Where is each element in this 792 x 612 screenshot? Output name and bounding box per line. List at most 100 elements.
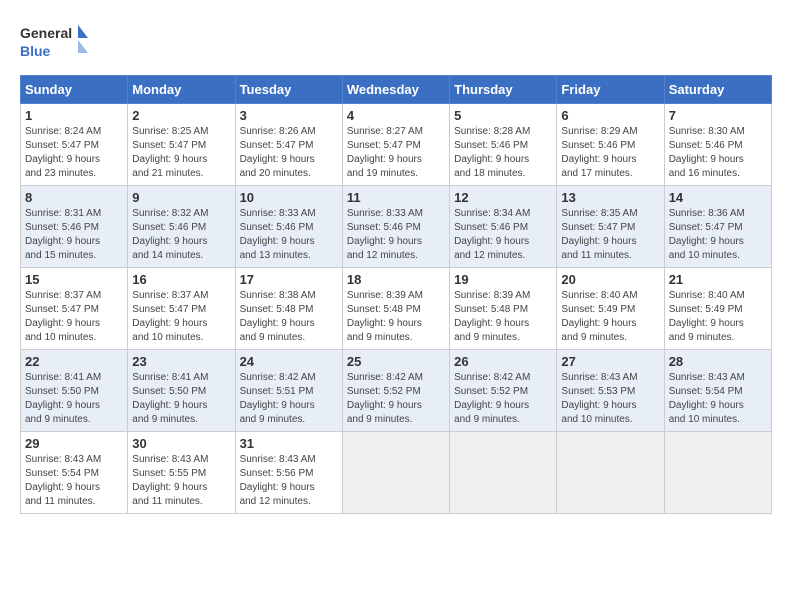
day-info: Sunrise: 8:31 AM Sunset: 5:46 PM Dayligh…	[25, 207, 123, 263]
day-number: 12	[454, 190, 552, 205]
day-number: 2	[132, 108, 230, 123]
calendar-cell: 26 Sunrise: 8:42 AM Sunset: 5:52 PM Dayli…	[450, 350, 557, 432]
day-info: Sunrise: 8:37 AM Sunset: 5:47 PM Dayligh…	[25, 289, 123, 345]
day-info: Sunrise: 8:41 AM Sunset: 5:50 PM Dayligh…	[25, 371, 123, 427]
day-number: 11	[347, 190, 445, 205]
calendar-table: SundayMondayTuesdayWednesdayThursdayFrid…	[20, 75, 772, 514]
calendar-header-row: SundayMondayTuesdayWednesdayThursdayFrid…	[21, 76, 772, 104]
header-wednesday: Wednesday	[342, 76, 449, 104]
day-number: 20	[561, 272, 659, 287]
calendar-cell: 16Sunrise: 8:37 AM Sunset: 5:47 PM Dayli…	[128, 268, 235, 350]
day-info: Sunrise: 8:42 AM Sunset: 5:52 PM Dayligh…	[454, 371, 552, 427]
day-number: 30	[132, 436, 230, 451]
day-info: Sunrise: 8:43 AM Sunset: 5:54 PM Dayligh…	[669, 371, 767, 427]
header-tuesday: Tuesday	[235, 76, 342, 104]
day-number: 13	[561, 190, 659, 205]
svg-text:Blue: Blue	[20, 43, 51, 59]
calendar-cell: 23 Sunrise: 8:41 AM Sunset: 5:50 PM Dayli…	[128, 350, 235, 432]
day-info: Sunrise: 8:41 AM Sunset: 5:50 PM Dayligh…	[132, 371, 230, 427]
day-info: Sunrise: 8:30 AM Sunset: 5:46 PM Dayligh…	[669, 125, 767, 181]
day-info: Sunrise: 8:43 AM Sunset: 5:56 PM Dayligh…	[240, 453, 338, 509]
day-number: 21	[669, 272, 767, 287]
day-number: 28	[669, 354, 767, 369]
day-number: 6	[561, 108, 659, 123]
day-info: Sunrise: 8:33 AM Sunset: 5:46 PM Dayligh…	[240, 207, 338, 263]
calendar-cell: 22 Sunrise: 8:41 AM Sunset: 5:50 PM Dayli…	[21, 350, 128, 432]
calendar-cell: 8 Sunrise: 8:31 AM Sunset: 5:46 PM Daylig…	[21, 186, 128, 268]
day-number: 3	[240, 108, 338, 123]
day-number: 9	[132, 190, 230, 205]
calendar-cell: 29Sunrise: 8:43 AM Sunset: 5:54 PM Dayli…	[21, 432, 128, 514]
day-number: 1	[25, 108, 123, 123]
calendar-cell	[557, 432, 664, 514]
header-thursday: Thursday	[450, 76, 557, 104]
calendar-cell: 25 Sunrise: 8:42 AM Sunset: 5:52 PM Dayli…	[342, 350, 449, 432]
calendar-cell	[450, 432, 557, 514]
calendar-cell: 3 Sunrise: 8:26 AM Sunset: 5:47 PM Daylig…	[235, 104, 342, 186]
calendar-cell: 27Sunrise: 8:43 AM Sunset: 5:53 PM Dayli…	[557, 350, 664, 432]
day-number: 8	[25, 190, 123, 205]
day-number: 18	[347, 272, 445, 287]
calendar-cell: 11 Sunrise: 8:33 AM Sunset: 5:46 PM Dayli…	[342, 186, 449, 268]
calendar-cell: 10 Sunrise: 8:33 AM Sunset: 5:46 PM Dayli…	[235, 186, 342, 268]
calendar-cell: 9Sunrise: 8:32 AM Sunset: 5:46 PM Daylig…	[128, 186, 235, 268]
page-header: General Blue	[20, 20, 772, 65]
day-info: Sunrise: 8:29 AM Sunset: 5:46 PM Dayligh…	[561, 125, 659, 181]
day-info: Sunrise: 8:24 AM Sunset: 5:47 PM Dayligh…	[25, 125, 123, 181]
day-number: 7	[669, 108, 767, 123]
day-number: 16	[132, 272, 230, 287]
calendar-cell: 15 Sunrise: 8:37 AM Sunset: 5:47 PM Dayli…	[21, 268, 128, 350]
calendar-cell: 2Sunrise: 8:25 AM Sunset: 5:47 PM Daylig…	[128, 104, 235, 186]
calendar-cell: 19 Sunrise: 8:39 AM Sunset: 5:48 PM Dayli…	[450, 268, 557, 350]
day-number: 14	[669, 190, 767, 205]
calendar-cell: 4Sunrise: 8:27 AM Sunset: 5:47 PM Daylig…	[342, 104, 449, 186]
header-sunday: Sunday	[21, 76, 128, 104]
day-number: 5	[454, 108, 552, 123]
day-info: Sunrise: 8:36 AM Sunset: 5:47 PM Dayligh…	[669, 207, 767, 263]
day-info: Sunrise: 8:40 AM Sunset: 5:49 PM Dayligh…	[669, 289, 767, 345]
calendar-week-4: 22 Sunrise: 8:41 AM Sunset: 5:50 PM Dayli…	[21, 350, 772, 432]
calendar-body: 1 Sunrise: 8:24 AM Sunset: 5:47 PM Daylig…	[21, 104, 772, 514]
day-info: Sunrise: 8:40 AM Sunset: 5:49 PM Dayligh…	[561, 289, 659, 345]
day-info: Sunrise: 8:42 AM Sunset: 5:51 PM Dayligh…	[240, 371, 338, 427]
day-info: Sunrise: 8:26 AM Sunset: 5:47 PM Dayligh…	[240, 125, 338, 181]
day-info: Sunrise: 8:43 AM Sunset: 5:53 PM Dayligh…	[561, 371, 659, 427]
day-number: 15	[25, 272, 123, 287]
day-info: Sunrise: 8:35 AM Sunset: 5:47 PM Dayligh…	[561, 207, 659, 263]
calendar-week-1: 1 Sunrise: 8:24 AM Sunset: 5:47 PM Daylig…	[21, 104, 772, 186]
calendar-cell: 21 Sunrise: 8:40 AM Sunset: 5:49 PM Dayli…	[664, 268, 771, 350]
calendar-cell: 12 Sunrise: 8:34 AM Sunset: 5:46 PM Dayli…	[450, 186, 557, 268]
svg-text:General: General	[20, 25, 72, 41]
day-number: 29	[25, 436, 123, 451]
day-number: 31	[240, 436, 338, 451]
day-info: Sunrise: 8:39 AM Sunset: 5:48 PM Dayligh…	[454, 289, 552, 345]
day-info: Sunrise: 8:28 AM Sunset: 5:46 PM Dayligh…	[454, 125, 552, 181]
day-number: 19	[454, 272, 552, 287]
header-saturday: Saturday	[664, 76, 771, 104]
calendar-cell: 5 Sunrise: 8:28 AM Sunset: 5:46 PM Daylig…	[450, 104, 557, 186]
logo-svg: General Blue	[20, 20, 90, 65]
calendar-week-2: 8 Sunrise: 8:31 AM Sunset: 5:46 PM Daylig…	[21, 186, 772, 268]
day-number: 23	[132, 354, 230, 369]
day-number: 24	[240, 354, 338, 369]
calendar-cell: 1 Sunrise: 8:24 AM Sunset: 5:47 PM Daylig…	[21, 104, 128, 186]
day-number: 26	[454, 354, 552, 369]
calendar-cell: 30 Sunrise: 8:43 AM Sunset: 5:55 PM Dayli…	[128, 432, 235, 514]
calendar-cell: 6 Sunrise: 8:29 AM Sunset: 5:46 PM Daylig…	[557, 104, 664, 186]
calendar-week-5: 29Sunrise: 8:43 AM Sunset: 5:54 PM Dayli…	[21, 432, 772, 514]
calendar-cell: 17Sunrise: 8:38 AM Sunset: 5:48 PM Dayli…	[235, 268, 342, 350]
calendar-cell	[664, 432, 771, 514]
calendar-cell: 14 Sunrise: 8:36 AM Sunset: 5:47 PM Dayli…	[664, 186, 771, 268]
day-number: 25	[347, 354, 445, 369]
day-number: 4	[347, 108, 445, 123]
logo: General Blue	[20, 20, 90, 65]
day-info: Sunrise: 8:42 AM Sunset: 5:52 PM Dayligh…	[347, 371, 445, 427]
day-info: Sunrise: 8:34 AM Sunset: 5:46 PM Dayligh…	[454, 207, 552, 263]
day-number: 22	[25, 354, 123, 369]
day-number: 10	[240, 190, 338, 205]
header-monday: Monday	[128, 76, 235, 104]
calendar-cell: 28 Sunrise: 8:43 AM Sunset: 5:54 PM Dayli…	[664, 350, 771, 432]
day-info: Sunrise: 8:38 AM Sunset: 5:48 PM Dayligh…	[240, 289, 338, 345]
day-info: Sunrise: 8:43 AM Sunset: 5:55 PM Dayligh…	[132, 453, 230, 509]
day-info: Sunrise: 8:33 AM Sunset: 5:46 PM Dayligh…	[347, 207, 445, 263]
